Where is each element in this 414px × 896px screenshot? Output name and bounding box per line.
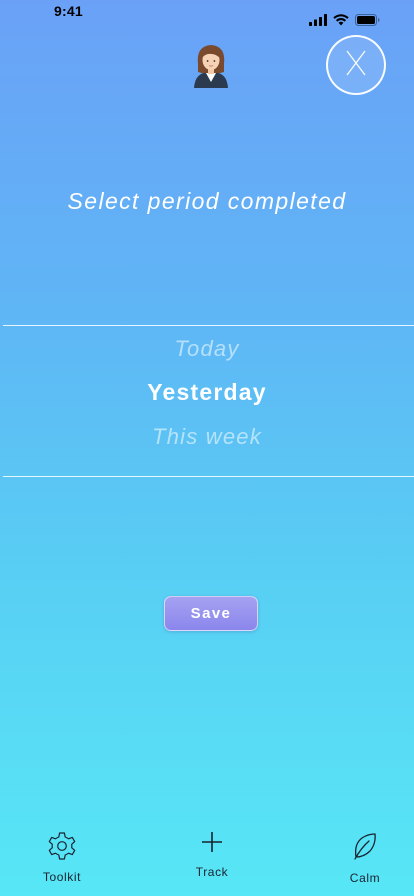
nav-item-track[interactable]: Track bbox=[186, 830, 238, 879]
nav-label-toolkit: Toolkit bbox=[42, 870, 82, 884]
gear-icon bbox=[46, 830, 78, 867]
status-time: 9:41 bbox=[54, 3, 83, 19]
battery-icon bbox=[355, 14, 380, 26]
picker-option-yesterday[interactable]: Yesterday bbox=[0, 379, 414, 406]
picker-divider-bottom bbox=[3, 476, 414, 477]
close-button[interactable] bbox=[326, 35, 386, 95]
picker-option-this-week[interactable]: This week bbox=[0, 424, 414, 450]
page-title: Select period completed bbox=[67, 188, 347, 214]
plus-icon bbox=[200, 830, 224, 859]
close-icon bbox=[343, 48, 369, 83]
picker-option-today[interactable]: Today bbox=[0, 336, 414, 362]
picker-divider-top bbox=[3, 325, 414, 326]
save-button[interactable]: Save bbox=[164, 596, 258, 631]
nav-item-toolkit[interactable]: Toolkit bbox=[36, 830, 88, 884]
status-icons bbox=[309, 14, 380, 26]
user-avatar-icon[interactable] bbox=[190, 42, 232, 90]
nav-label-calm: Calm bbox=[349, 871, 381, 885]
wifi-icon bbox=[333, 14, 349, 26]
nav-label-track: Track bbox=[195, 865, 229, 879]
signal-icon bbox=[309, 14, 327, 26]
leaf-icon bbox=[352, 832, 378, 865]
nav-item-calm[interactable]: Calm bbox=[339, 832, 391, 885]
